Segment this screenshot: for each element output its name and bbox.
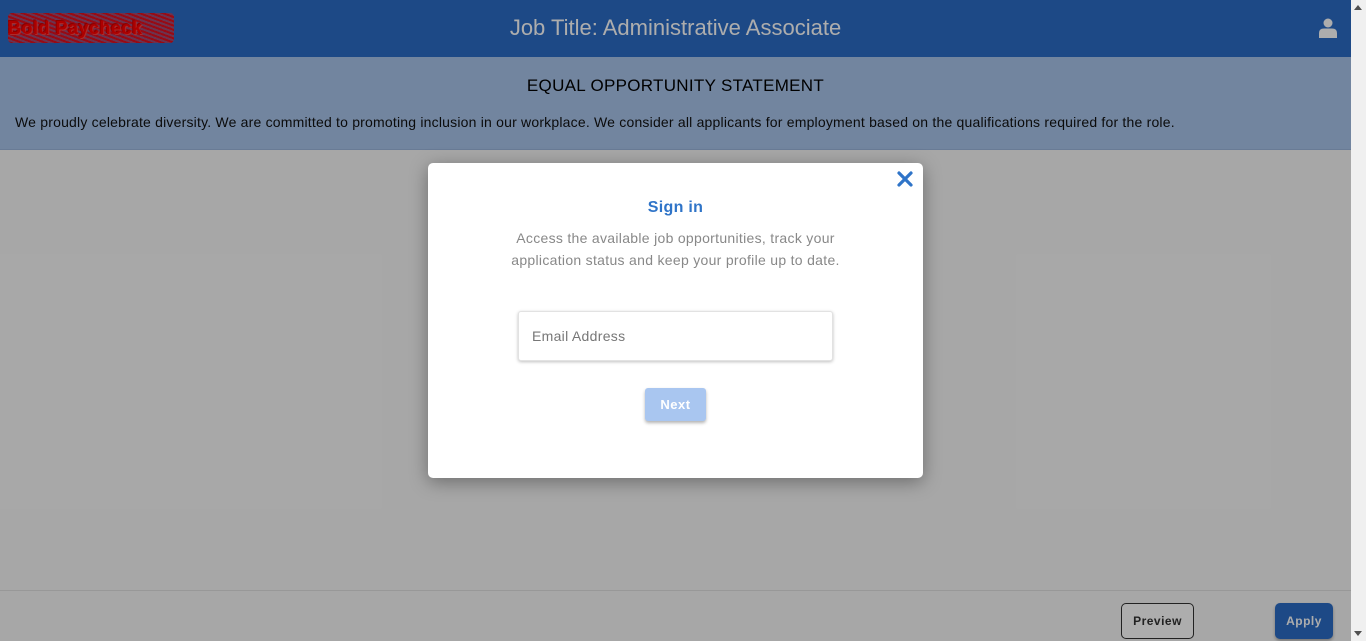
page-scrollbar[interactable] bbox=[1351, 0, 1366, 641]
sign-in-modal: Sign in Access the available job opportu… bbox=[428, 163, 923, 478]
close-icon bbox=[897, 171, 913, 187]
job-application-page: Bold Paycheck Job Title: Administrative … bbox=[0, 0, 1366, 641]
close-button[interactable] bbox=[895, 169, 915, 189]
sign-in-title: Sign in bbox=[647, 199, 704, 216]
next-button[interactable]: Next bbox=[645, 388, 706, 421]
scroll-down-arrow-icon[interactable] bbox=[1354, 631, 1362, 636]
sign-in-description: Access the available job opportunities, … bbox=[511, 230, 840, 268]
scroll-up-arrow-icon[interactable] bbox=[1354, 5, 1362, 10]
email-field[interactable] bbox=[518, 311, 833, 361]
